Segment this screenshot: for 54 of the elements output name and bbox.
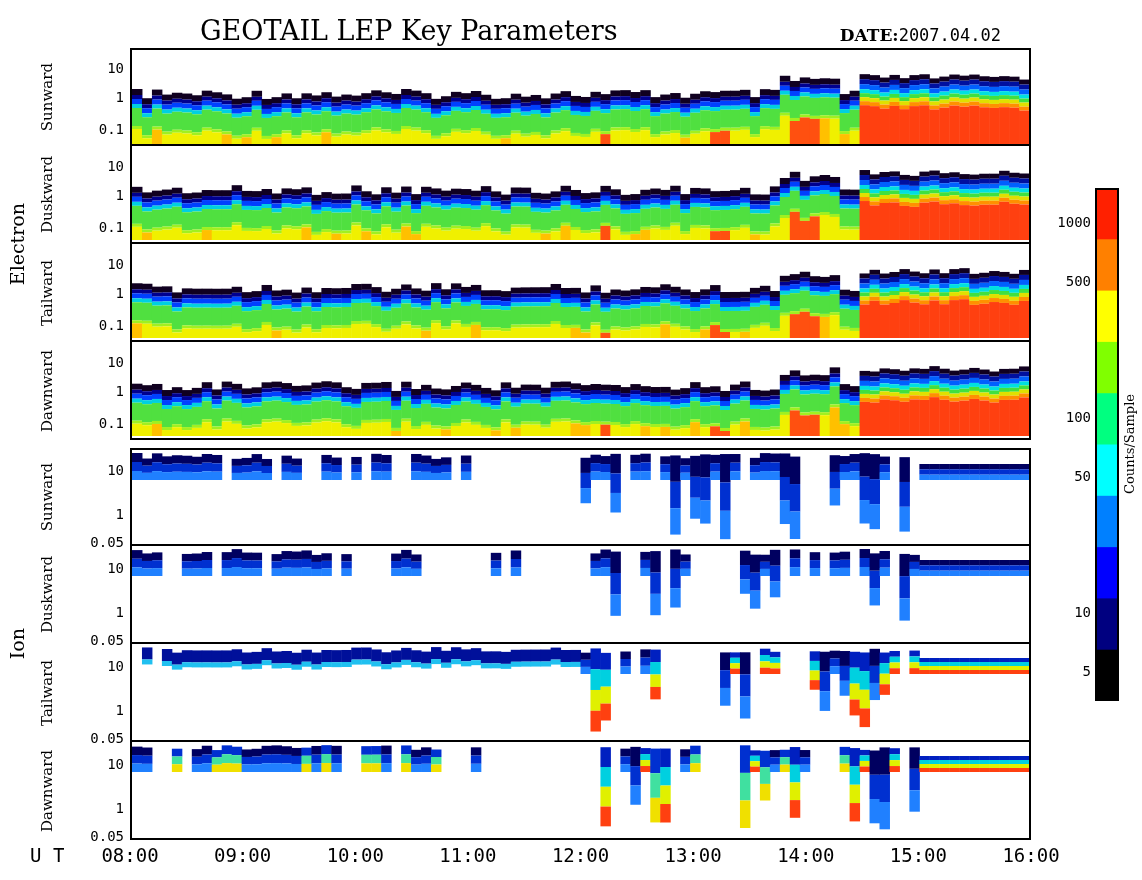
y-tick-label: 10 [107, 658, 124, 673]
date-value: 2007.04.02 [898, 27, 1001, 44]
direction-label: Tailward [36, 260, 57, 326]
y-tick-label: 10 [107, 158, 124, 173]
colorbar-tick-label: 50 [1074, 469, 1091, 483]
y-tick-label: 1 [115, 90, 124, 104]
time-tick-label: 14:00 [776, 846, 836, 865]
y-tick-label: 0.1 [98, 122, 124, 137]
y-tick-label: 1 [115, 384, 124, 398]
y-tick-label: 0.1 [98, 220, 124, 235]
direction-label: Sunward [36, 62, 57, 132]
time-tick-label: 15:00 [888, 846, 948, 865]
y-tick-label: 1 [115, 506, 124, 521]
y-tick-label: 10 [107, 560, 124, 575]
y-tick-label: 1 [115, 286, 124, 300]
time-tick-label: 11:00 [438, 846, 498, 865]
direction-label: Dawnward [36, 350, 57, 432]
y-tick-label: 10 [107, 60, 124, 75]
y-tick-label: 1 [115, 604, 124, 619]
y-tick-label: 10 [107, 462, 124, 477]
species-label: Ion [4, 628, 29, 660]
y-tick-label: 1 [115, 702, 124, 717]
y-tick-label: 0.05 [90, 633, 124, 648]
time-tick-label: 12:00 [550, 846, 611, 865]
colorbar-tick-label: 1000 [1057, 215, 1091, 230]
time-tick-label: 13:00 [663, 846, 723, 865]
direction-label: Sunward [36, 462, 57, 532]
time-axis-label: U T [29, 846, 66, 865]
colorbar-tick-label: 10 [1074, 605, 1091, 620]
y-tick-label: 1 [115, 188, 124, 202]
plot-title: GEOTAIL LEP Key Parameters [200, 17, 618, 44]
time-tick-label: 10:00 [325, 846, 385, 865]
y-tick-label: 10 [107, 256, 124, 271]
direction-label: Dawnward [36, 750, 57, 832]
y-tick-label: 10 [107, 354, 124, 369]
direction-label: Duskward [36, 556, 57, 634]
colorbar-title: Counts/Sample [1121, 394, 1139, 494]
y-tick-label: 0.05 [90, 829, 124, 844]
colorbar-tick-label: 100 [1065, 410, 1091, 425]
y-tick-label: 0.1 [98, 318, 124, 333]
time-tick-label: 16:00 [1001, 846, 1061, 865]
direction-label: Duskward [36, 156, 57, 234]
time-tick-label: 08:00 [100, 846, 160, 865]
colorbar-tick-label: 5 [1082, 663, 1091, 678]
date-label: DATE: [839, 27, 899, 44]
direction-label: Tailward [36, 660, 57, 726]
time-tick-label: 09:00 [213, 846, 273, 865]
y-tick-label: 1 [115, 800, 124, 815]
y-tick-label: 0.05 [90, 731, 124, 746]
colorbar-tick-label: 500 [1065, 274, 1091, 289]
species-label: Electron [4, 202, 29, 286]
y-tick-label: 0.05 [90, 535, 124, 550]
y-tick-label: 0.1 [98, 416, 124, 431]
y-tick-label: 10 [107, 756, 124, 771]
